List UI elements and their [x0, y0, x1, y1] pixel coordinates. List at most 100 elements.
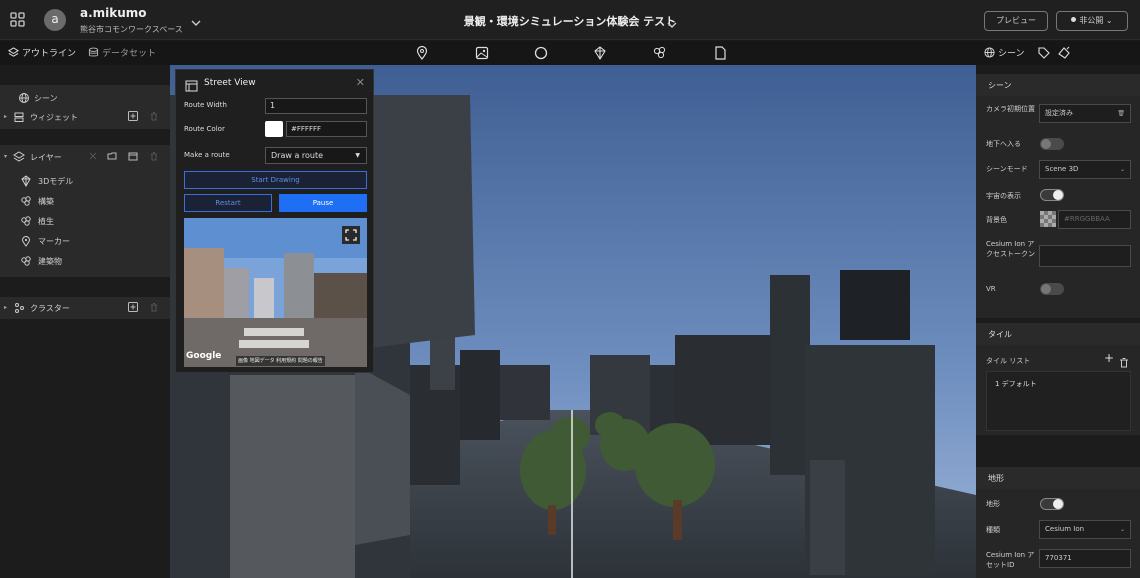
terrain-section-body: 地形 種類 Cesium Ion ⌄ Cesium Ion アセットID 7703…: [976, 489, 1140, 578]
underground-toggle[interactable]: [1040, 138, 1064, 150]
route-width-input[interactable]: 1: [265, 98, 367, 114]
camera-field[interactable]: 設定済み 🗑: [1039, 104, 1131, 123]
start-drawing-button[interactable]: Start Drawing: [184, 171, 367, 189]
tab-scene[interactable]: シーン: [984, 46, 1025, 61]
route-color-input[interactable]: #FFFFFF: [286, 121, 367, 137]
layers-icon: [7, 47, 20, 61]
layer-item[interactable]: 建築物: [0, 252, 170, 270]
street-view-image[interactable]: Google 画像 地図データ 利用規約 問題の報告: [184, 218, 367, 367]
layer-item[interactable]: マーカー: [0, 232, 170, 250]
fullscreen-icon[interactable]: [342, 226, 360, 244]
outline-cluster-section: ▸ クラスター: [0, 297, 170, 319]
tree-icon: [20, 215, 32, 227]
layer-item-label: マーカー: [38, 237, 70, 246]
add-cluster-icon[interactable]: [128, 302, 138, 312]
bg-color-input[interactable]: #RRGGBBAA: [1058, 210, 1131, 229]
tree-tool-icon[interactable]: [652, 45, 668, 61]
tree-icon: [20, 255, 32, 267]
tab-dataset-label: データセット: [102, 49, 157, 59]
route-color-swatch[interactable]: [265, 121, 283, 137]
circle-tool-icon[interactable]: [533, 45, 549, 61]
outline-item-widget[interactable]: ▸ ウィジェット: [0, 108, 170, 126]
terrain-toggle[interactable]: [1040, 498, 1064, 510]
restart-button[interactable]: Restart: [184, 194, 272, 212]
make-route-value: Draw a route: [271, 151, 324, 160]
outline-item-layers[interactable]: ▾ レイヤー: [0, 148, 170, 166]
avatar[interactable]: a: [44, 9, 66, 31]
preview-button[interactable]: プレビュー: [984, 11, 1048, 31]
properties-panel: シーン カメラ初期位置 設定済み 🗑 地下へ入る シーンモード Scene 3D ⌄…: [976, 65, 1140, 578]
publish-label: 非公開: [1079, 16, 1104, 25]
close-icon[interactable]: ✕: [356, 76, 365, 89]
trash-icon[interactable]: 🗑: [1117, 105, 1125, 122]
layers-icon: [13, 151, 25, 163]
cesium-token-label: Cesium Ion アクセストークン: [986, 240, 1035, 258]
add-tile-icon[interactable]: +: [1104, 351, 1114, 365]
camera-value: 設定済み: [1045, 109, 1073, 117]
scene-mode-select[interactable]: Scene 3D ⌄: [1039, 160, 1131, 179]
model-tool-icon[interactable]: [592, 45, 608, 61]
terrain-section-title: 地形: [988, 474, 1004, 483]
user-name: a.mikumo: [80, 6, 147, 20]
layer-item[interactable]: 植生: [0, 212, 170, 230]
tile-section-title: タイル: [988, 330, 1012, 339]
tab-outline[interactable]: アウトライン: [7, 46, 76, 61]
bg-color-swatch[interactable]: [1040, 211, 1056, 227]
pause-button[interactable]: Pause: [279, 194, 367, 212]
image-tool-icon[interactable]: [474, 45, 490, 61]
add-layer-icon[interactable]: [128, 151, 138, 161]
terrain-type-select[interactable]: Cesium Ion ⌄: [1039, 520, 1131, 539]
caret-down-icon: ▾: [4, 153, 8, 160]
outline-panel: シーン ▸ ウィジェット ▾ レイヤー 3Dモデル 構築 植生 マーカー 建築物…: [0, 65, 170, 578]
project-chevron-down-icon[interactable]: [666, 15, 678, 34]
add-folder-icon[interactable]: [107, 151, 117, 161]
collapse-icon[interactable]: [88, 151, 98, 161]
toggle-knob: [1041, 139, 1051, 149]
workspace-chevron-down-icon[interactable]: [190, 13, 202, 32]
cesium-token-input[interactable]: [1039, 245, 1131, 267]
map-attribution[interactable]: 画像 地図データ 利用規約 問題の報告: [236, 356, 325, 366]
layer-item-label: 3Dモデル: [38, 177, 74, 186]
outline-item-scene[interactable]: シーン: [0, 89, 170, 107]
app-root: a a.mikumo 熊谷市コモンワークスペース 景観・環境シミュレーション体験…: [0, 0, 1140, 578]
outline-layers-label: レイヤー: [30, 153, 62, 162]
make-route-select[interactable]: Draw a route ▼: [265, 147, 367, 164]
publish-button[interactable]: 非公開 ⌄: [1056, 11, 1128, 31]
make-route-label: Make a route: [184, 151, 230, 159]
outline-item-cluster[interactable]: ▸ クラスター: [0, 299, 170, 317]
sky-label: 宇宙の表示: [986, 192, 1021, 200]
chevron-down-icon: ⌄: [1119, 526, 1125, 533]
terrain-type-label: 種類: [986, 526, 1000, 534]
layer-item[interactable]: 3Dモデル: [0, 172, 170, 190]
sky-toggle[interactable]: [1040, 189, 1064, 201]
marker-tool-icon[interactable]: [414, 45, 430, 61]
tool-bar: アウトライン データセット シーン: [0, 41, 1140, 65]
layer-item[interactable]: 構築: [0, 192, 170, 210]
trash-icon[interactable]: [1119, 353, 1129, 372]
outline-scene-section: シーン ▸ ウィジェット: [0, 85, 170, 129]
underground-label: 地下へ入る: [986, 140, 1021, 148]
street-view-header: Street View ✕: [176, 70, 373, 94]
route-width-label: Route Width: [184, 101, 227, 109]
caret-right-icon: ▸: [4, 304, 8, 311]
delete-cluster-icon[interactable]: [149, 302, 159, 312]
delete-widget-icon[interactable]: [149, 111, 159, 121]
terrain-type-value: Cesium Ion: [1045, 525, 1085, 533]
app-grid-icon[interactable]: [8, 10, 28, 30]
outline-layers-section: ▾ レイヤー 3Dモデル 構築 植生 マーカー 建築物: [0, 145, 170, 277]
asset-id-input[interactable]: 770371: [1039, 549, 1131, 568]
workspace-name: 熊谷市コモンワークスペース: [80, 25, 183, 34]
paint-icon[interactable]: [1056, 45, 1072, 61]
document-tool-icon[interactable]: [712, 45, 728, 61]
chevron-down-icon: ⌄: [1119, 166, 1125, 173]
google-logo: Google: [186, 351, 222, 361]
add-widget-icon[interactable]: [128, 111, 138, 121]
delete-layer-icon[interactable]: [149, 151, 159, 161]
toggle-knob: [1053, 499, 1063, 509]
route-color-label: Route Color: [184, 125, 225, 133]
tile-list-item[interactable]: 1 デフォルト: [995, 379, 1037, 389]
vr-toggle[interactable]: [1040, 283, 1064, 295]
toggle-knob: [1053, 190, 1063, 200]
tag-icon[interactable]: [1036, 45, 1052, 61]
tab-dataset[interactable]: データセット: [88, 46, 156, 61]
